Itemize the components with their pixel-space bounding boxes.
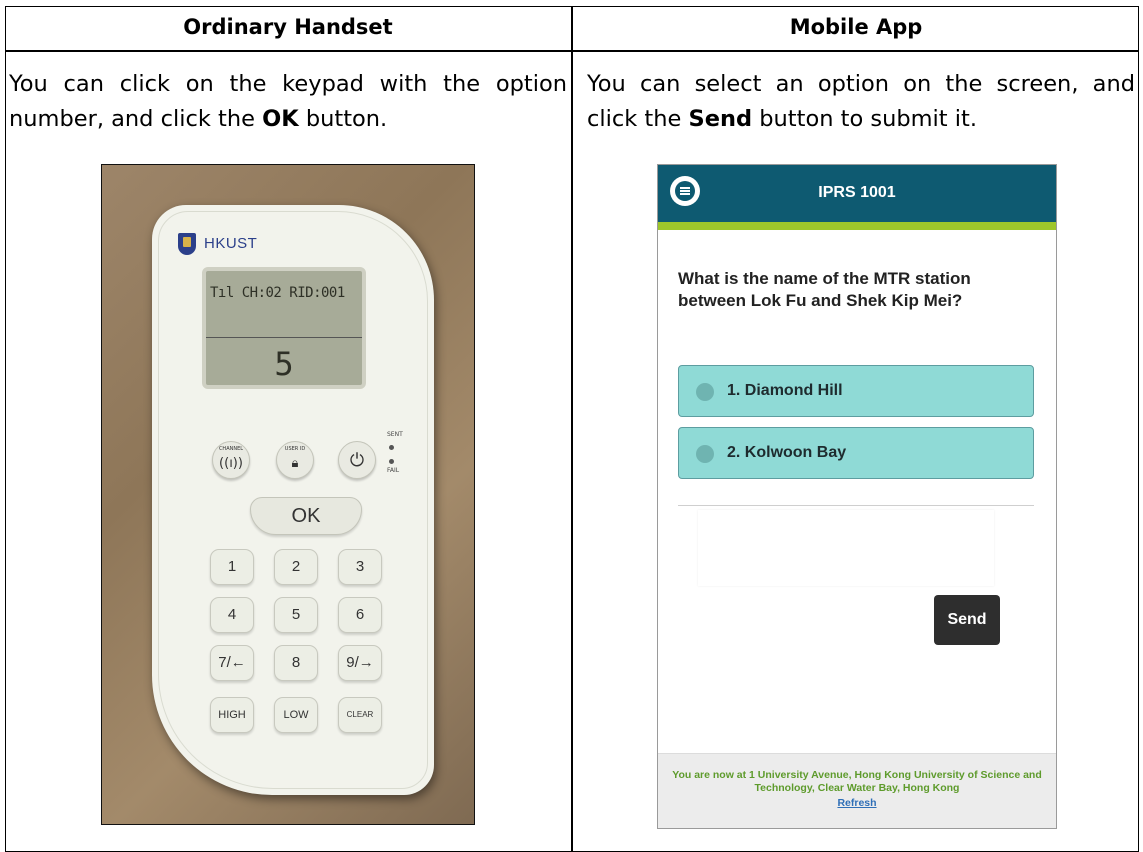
key-9-right[interactable]: 9/→ (338, 645, 382, 681)
left-column-header: Ordinary Handset (183, 15, 393, 39)
handset-photo: HKUST Tıl CH:02 RID:001 5 CHANNEL ((ı)) … (101, 164, 475, 825)
channel-button[interactable]: CHANNEL ((ı)) (212, 441, 250, 479)
accent-strip (658, 222, 1056, 230)
brand-label: HKUST (204, 235, 258, 252)
mobile-app-screenshot: IPRS 1001 What is the name of the MTR st… (657, 164, 1057, 829)
power-icon: ⏻ (349, 450, 365, 471)
send-button[interactable]: Send (934, 595, 1000, 645)
radio-icon[interactable] (696, 383, 714, 401)
hkust-logo-icon (178, 233, 196, 255)
right-column-header: Mobile App (789, 15, 923, 39)
ok-emphasis: OK (262, 106, 299, 132)
key-5[interactable]: 5 (274, 597, 318, 633)
key-8[interactable]: 8 (274, 645, 318, 681)
column-divider (571, 6, 573, 852)
lcd-display: Tıl CH:02 RID:001 5 (202, 267, 366, 389)
option-label: 2. Kolwoon Bay (727, 444, 847, 461)
location-text: You are now at 1 University Avenue, Hong… (672, 769, 1042, 794)
clicker-device: HKUST Tıl CH:02 RID:001 5 CHANNEL ((ı)) … (152, 205, 434, 795)
blank-panel (698, 510, 994, 586)
option-label: 1. Diamond Hill (727, 382, 843, 399)
antenna-icon: ((ı)) (219, 456, 243, 471)
radio-icon[interactable] (696, 445, 714, 463)
right-description: You can select an option on the screen, … (587, 71, 1135, 132)
refresh-link[interactable]: Refresh (658, 797, 1056, 809)
fail-label: FAIL (387, 467, 400, 474)
power-button[interactable]: ⏻ (338, 441, 376, 479)
app-header: IPRS 1001 (658, 165, 1056, 222)
question-text: What is the name of the MTR station betw… (678, 269, 971, 310)
key-1[interactable]: 1 (210, 549, 254, 585)
app-title: IPRS 1001 (818, 184, 896, 201)
key-7-left[interactable]: 7/← (210, 645, 254, 681)
option-2[interactable]: 2. Kolwoon Bay (678, 427, 1034, 479)
sent-label: SENT (387, 431, 403, 438)
channel-button-label: CHANNEL (218, 446, 244, 452)
divider (678, 505, 1034, 506)
lock-icon: 🔒︎ (291, 456, 299, 471)
ok-key[interactable]: OK (250, 497, 362, 535)
lcd-status-line: Tıl CH:02 RID:001 (210, 285, 345, 301)
fail-led (389, 459, 394, 464)
send-emphasis: Send (688, 106, 753, 132)
key-4[interactable]: 4 (210, 597, 254, 633)
key-3[interactable]: 3 (338, 549, 382, 585)
key-low[interactable]: LOW (274, 697, 318, 733)
sent-led (389, 445, 394, 450)
location-footer: You are now at 1 University Avenue, Hong… (658, 753, 1056, 828)
option-1[interactable]: 1. Diamond Hill (678, 365, 1034, 417)
lcd-value: 5 (274, 345, 294, 383)
header-divider (5, 50, 1139, 52)
key-clear[interactable]: CLEAR (338, 697, 382, 733)
key-6[interactable]: 6 (338, 597, 382, 633)
lcd-separator (206, 337, 362, 338)
left-description: You can click on the keypad with the opt… (9, 71, 567, 132)
key-high[interactable]: HIGH (210, 697, 254, 733)
userid-button[interactable]: USER ID 🔒︎ (276, 441, 314, 479)
userid-button-label: USER ID (284, 446, 306, 452)
key-2[interactable]: 2 (274, 549, 318, 585)
